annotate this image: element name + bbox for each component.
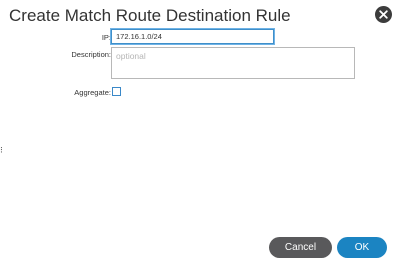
description-label: Description:: [71, 50, 111, 59]
close-button[interactable]: [375, 6, 392, 23]
cancel-button[interactable]: Cancel: [269, 237, 332, 258]
aggregate-checkbox[interactable]: [112, 87, 121, 96]
description-input[interactable]: [111, 47, 355, 79]
create-rule-dialog: ⁝ Create Match Route Destination Rule IP…: [0, 0, 400, 266]
resize-grip: ⁝: [0, 145, 3, 155]
dialog-title: Create Match Route Destination Rule: [9, 6, 291, 25]
aggregate-label: Aggregate:: [74, 88, 111, 97]
ok-button[interactable]: OK: [337, 237, 387, 258]
ip-label: IP:: [101, 33, 111, 42]
ip-input[interactable]: [111, 29, 274, 44]
close-icon: [379, 10, 388, 19]
